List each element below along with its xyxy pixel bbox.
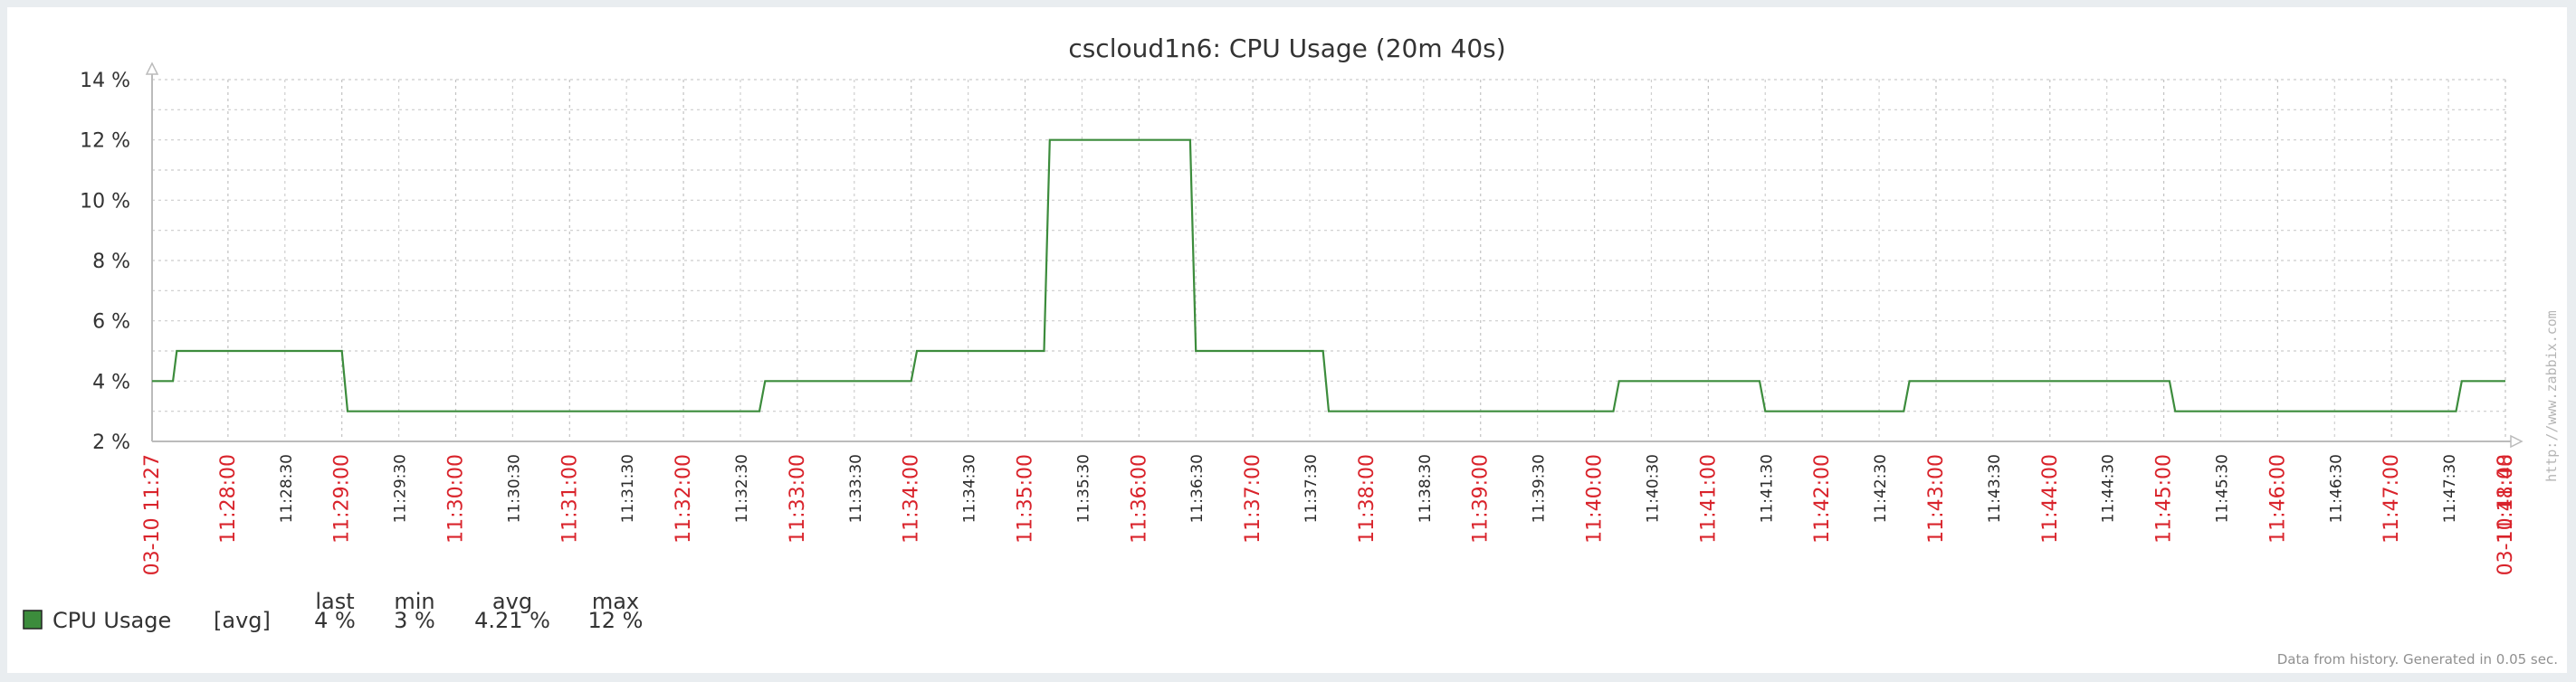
x-tick-label: 11:29:30	[392, 454, 410, 523]
x-tick-label: 11:30:00	[444, 454, 467, 544]
x-tick-label: 11:31:00	[558, 454, 581, 544]
y-tick-label: 6 %	[92, 311, 130, 334]
x-tick-label: 11:28:30	[278, 454, 296, 523]
x-tick-label: 11:46:00	[2266, 454, 2289, 544]
x-tick-label: 11:40:00	[1584, 454, 1607, 544]
x-tick-label: 11:29:00	[331, 454, 354, 544]
y-tick-label: 10 %	[80, 190, 130, 213]
y-axis-arrow	[145, 62, 159, 75]
series-line-cpu-usage	[152, 138, 2505, 412]
x-tick-label: 11:45:30	[2213, 454, 2231, 523]
legend-series-func: [avg]	[214, 608, 271, 633]
x-tick-label: 11:38:00	[1356, 454, 1379, 544]
legend-value-min: 3 %	[394, 608, 435, 633]
x-axis-arrow	[2510, 434, 2524, 449]
x-tick-label: 11:39:30	[1531, 454, 1549, 523]
x-tick-label: 11:35:00	[1015, 454, 1037, 544]
x-tick-label: 11:36:30	[1188, 454, 1207, 523]
x-tick-label: 11:43:00	[1925, 454, 1948, 544]
legend-value-max: 12 %	[588, 608, 644, 633]
x-tick-label: 11:34:00	[901, 454, 923, 544]
x-start-label: 03-10 11:27	[141, 454, 164, 575]
y-tick-label: 4 %	[92, 371, 130, 393]
legend: last min avg max CPU Usage [avg] 4 % 3 %…	[23, 589, 644, 633]
x-tick-label: 11:39:00	[1470, 454, 1493, 544]
chart-title: cscloud1n6: CPU Usage (20m 40s)	[1068, 33, 1505, 63]
watermark-text: http://www.zabbix.com	[2543, 310, 2560, 482]
y-tick-label: 8 %	[92, 251, 130, 273]
x-tick-label: 11:32:30	[733, 454, 751, 523]
x-tick-label: 11:45:00	[2153, 454, 2176, 544]
x-tick-label: 11:34:30	[961, 454, 979, 523]
x-tick-label: 11:47:00	[2380, 454, 2403, 544]
legend-swatch	[23, 610, 43, 630]
legend-value-avg: 4.21 %	[474, 608, 550, 633]
x-tick-label: 11:37:00	[1242, 454, 1264, 544]
y-tick-label: 2 %	[92, 431, 130, 454]
x-tick-label: 11:42:00	[1811, 454, 1834, 544]
x-tick-label: 11:46:30	[2327, 454, 2345, 523]
x-tick-label: 11:36:00	[1128, 454, 1150, 544]
y-tick-label: 12 %	[80, 130, 130, 153]
graph-panel: cscloud1n6: CPU Usage (20m 40s) 2 % 4 % 6 …	[7, 7, 2567, 673]
x-tick-label: 11:44:00	[2039, 454, 2062, 544]
x-tick-label: 11:33:30	[847, 454, 865, 523]
x-tick-label: 11:47:30	[2441, 454, 2459, 523]
legend-series-name: CPU Usage	[52, 608, 171, 633]
legend-value-last: 4 %	[314, 608, 356, 633]
x-tick-label: 11:44:30	[2100, 454, 2118, 523]
footer-text: Data from history. Generated in 0.05 sec…	[2277, 651, 2558, 668]
x-tick-label: 11:41:30	[1758, 454, 1776, 523]
y-tick-label: 14 %	[80, 70, 130, 92]
cpu-usage-chart: cscloud1n6: CPU Usage (20m 40s) 2 % 4 % 6 …	[23, 33, 2560, 668]
x-tick-label: 11:35:30	[1074, 454, 1092, 523]
x-tick-label: 11:38:30	[1417, 454, 1435, 523]
x-tick-label: 11:42:30	[1872, 454, 1890, 523]
x-tick-label: 11:41:00	[1697, 454, 1720, 544]
x-end-label: 03-10 11:48	[2495, 454, 2517, 575]
x-tick-label: 11:31:30	[619, 454, 637, 523]
x-tick-label: 11:33:00	[787, 454, 809, 544]
x-tick-label: 11:32:00	[673, 454, 695, 544]
x-tick-label: 11:28:00	[217, 454, 240, 544]
x-tick-label: 11:30:30	[505, 454, 523, 523]
x-tick-label: 11:37:30	[1302, 454, 1321, 523]
x-tick-label: 11:40:30	[1644, 454, 1662, 523]
x-tick-label: 11:43:30	[1986, 454, 2004, 523]
